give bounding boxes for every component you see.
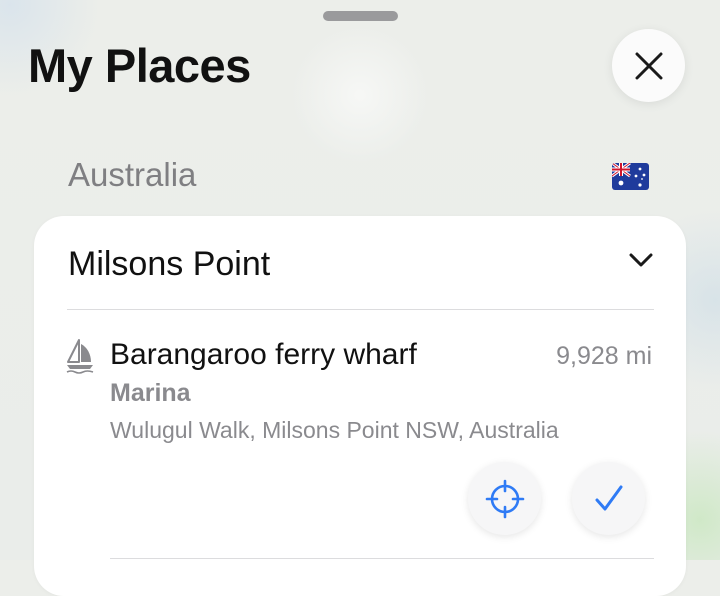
australia-flag-icon [612, 163, 649, 190]
crosshair-icon [485, 479, 524, 518]
close-button[interactable] [612, 29, 685, 102]
confirm-button[interactable] [572, 462, 645, 535]
place-name: Barangaroo ferry wharf [110, 338, 417, 371]
place-group-title: Milsons Point [68, 245, 271, 283]
locate-button[interactable] [468, 462, 541, 535]
divider [110, 558, 654, 559]
page-title: My Places [28, 39, 251, 92]
place-group-header[interactable]: Milsons Point [34, 216, 686, 310]
divider [67, 309, 654, 310]
place-list-item[interactable]: Barangaroo ferry wharf 9,928 mi Marina W… [34, 326, 686, 446]
sailboat-icon [66, 339, 94, 374]
sheet-grabber[interactable] [323, 11, 398, 21]
close-icon [635, 52, 662, 79]
place-distance: 9,928 mi [556, 342, 652, 370]
place-group-card: Milsons Point Barangaroo ferry wharf 9,9… [34, 216, 686, 596]
place-category: Marina [110, 379, 191, 407]
chevron-down-icon [629, 253, 653, 267]
checkmark-icon [595, 485, 622, 510]
section-header-country: Australia [68, 156, 197, 193]
place-address: Wulugul Walk, Milsons Point NSW, Austral… [110, 417, 559, 443]
